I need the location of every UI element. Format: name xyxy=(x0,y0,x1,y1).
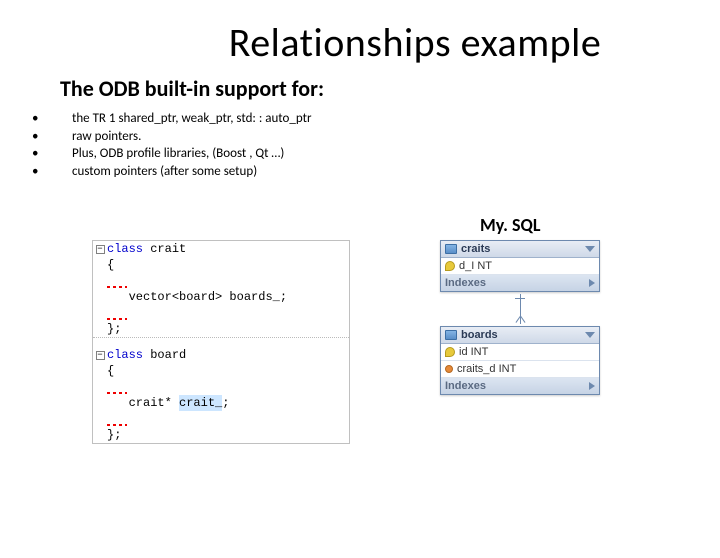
error-squiggle-icon xyxy=(107,318,127,320)
chevron-right-icon xyxy=(589,382,595,390)
crowfoot-icon xyxy=(513,316,527,324)
error-squiggle-icon xyxy=(107,286,127,288)
table-icon xyxy=(445,244,457,254)
list-item: custom pointers (after some setup) xyxy=(32,163,720,181)
code-separator xyxy=(93,337,349,347)
content-row: − class crait { vector<board> boards_; }… xyxy=(92,240,620,444)
class-name: board xyxy=(143,347,186,363)
chevron-down-icon xyxy=(585,332,595,338)
chevron-right-icon xyxy=(589,279,595,287)
key-icon xyxy=(445,261,455,271)
indexes-row: Indexes xyxy=(441,275,599,291)
table-column: d_I NT xyxy=(441,258,599,275)
error-squiggle-icon xyxy=(107,424,127,426)
member-type: vector<board> xyxy=(129,289,223,305)
error-squiggle-icon xyxy=(107,392,127,394)
relationship-connector xyxy=(513,294,527,324)
code-panel: − class crait { vector<board> boards_; }… xyxy=(92,240,350,444)
bullet-list: the TR 1 shared_ptr, weak_ptr, std: : au… xyxy=(32,110,720,180)
table-name: boards xyxy=(461,329,498,341)
column-name: craits_d INT xyxy=(457,363,516,375)
brace: { xyxy=(107,257,114,273)
indexes-row: Indexes xyxy=(441,378,599,394)
table-name: craits xyxy=(461,243,490,255)
highlighted-token: crait_ xyxy=(179,395,222,411)
fold-minus-icon[interactable]: − xyxy=(96,245,105,254)
db-diagram: craits d_I NT Indexes boards xyxy=(420,240,620,444)
db-table-boards: boards id INT craits_d INT Indexes xyxy=(440,326,600,395)
column-name: d_I NT xyxy=(459,260,492,272)
table-icon xyxy=(445,330,457,340)
column-icon xyxy=(445,365,453,373)
member-name xyxy=(172,395,179,411)
list-item: Plus, ODB profile libraries, (Boost , Qt… xyxy=(32,145,720,163)
table-header: craits xyxy=(441,241,599,258)
fold-minus-icon[interactable]: − xyxy=(96,351,105,360)
indexes-label: Indexes xyxy=(445,380,486,392)
db-table-craits: craits d_I NT Indexes xyxy=(440,240,600,292)
brace: }; xyxy=(107,427,121,443)
chevron-down-icon xyxy=(585,246,595,252)
member-name: ; xyxy=(222,395,229,411)
brace: }; xyxy=(107,321,121,337)
table-column: id INT xyxy=(441,344,599,361)
list-item: raw pointers. xyxy=(32,128,720,146)
keyword: class xyxy=(107,347,143,363)
list-item: the TR 1 shared_ptr, weak_ptr, std: : au… xyxy=(32,110,720,128)
keyword: class xyxy=(107,241,143,257)
class-name: crait xyxy=(143,241,186,257)
mysql-label: My. SQL xyxy=(480,214,541,236)
brace: { xyxy=(107,363,114,379)
table-header: boards xyxy=(441,327,599,344)
slide-subtitle: The ODB built-in support for: xyxy=(60,75,720,102)
slide-title: Relationships example xyxy=(110,18,720,67)
table-column: craits_d INT xyxy=(441,361,599,378)
key-icon xyxy=(445,347,455,357)
member-type: crait* xyxy=(129,395,172,411)
indexes-label: Indexes xyxy=(445,277,486,289)
member-name: boards_; xyxy=(222,289,287,305)
column-name: id INT xyxy=(459,346,488,358)
